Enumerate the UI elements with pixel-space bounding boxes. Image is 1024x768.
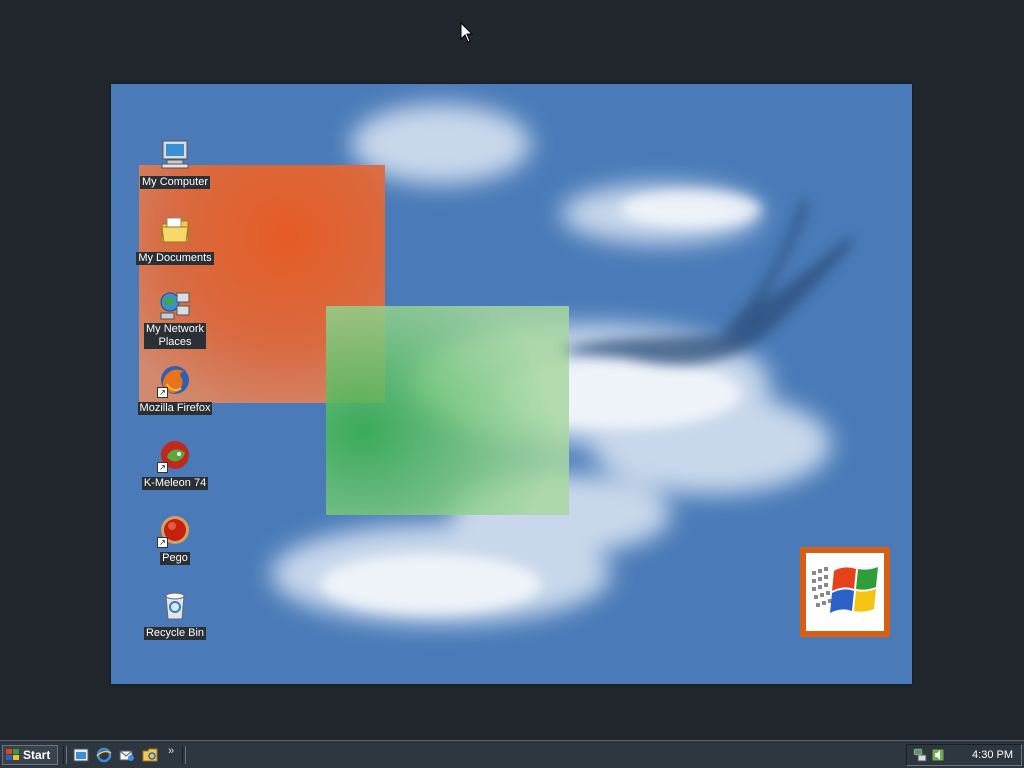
wallpaper-art: [139, 104, 853, 624]
firefox-icon: ↗: [157, 364, 191, 398]
windows-flag-icon: [812, 567, 878, 613]
system-tray: 4:30 PM: [906, 744, 1022, 766]
taskbar: Start » 4:30 PM: [0, 740, 1024, 768]
outlook-express-icon[interactable]: [119, 747, 135, 763]
desktop-icon-my-documents[interactable]: My Documents: [130, 214, 220, 266]
internet-explorer-icon[interactable]: [96, 747, 112, 763]
desktop-icon-mozilla-firefox[interactable]: ↗ Mozilla Firefox: [130, 364, 220, 416]
desktop-icon-k-meleon[interactable]: ↗ K-Meleon 74: [130, 439, 220, 491]
desktop-icon-label: My Computer: [139, 176, 211, 189]
clock[interactable]: 4:30 PM: [972, 749, 1013, 761]
desktop-icon-label: My Documents: [136, 252, 214, 265]
wallpaper: [111, 84, 912, 684]
desktop-icon-label: Mozilla Firefox: [137, 402, 213, 415]
quick-launch-more-button[interactable]: »: [168, 745, 174, 757]
desktop-icon-label: Recycle Bin: [143, 627, 207, 640]
network-places-icon: [159, 289, 191, 321]
desktop-icon-label: Pego: [160, 552, 190, 565]
mouse-cursor-icon: [460, 22, 474, 43]
folder-documents-icon: [159, 214, 191, 246]
taskbar-separator: [182, 746, 186, 764]
desktop-icon-label: My Network Places: [143, 323, 207, 349]
desktop-icon-pego[interactable]: ↗ Pego: [130, 514, 220, 566]
shortcut-arrow-icon: ↗: [157, 387, 168, 398]
desktop-icon-my-computer[interactable]: My Computer: [130, 138, 220, 190]
show-desktop-icon[interactable]: [73, 747, 89, 763]
recycle-bin-icon: [159, 589, 191, 621]
taskbar-separator: [63, 746, 67, 764]
volume-tray-icon[interactable]: [931, 748, 945, 762]
start-button[interactable]: Start: [2, 745, 58, 765]
shortcut-arrow-icon: ↗: [157, 537, 168, 548]
k-meleon-icon: ↗: [157, 439, 191, 473]
windows-logo: [800, 547, 890, 637]
network-tray-icon[interactable]: [913, 748, 927, 762]
desktop-icon-label: K-Meleon 74: [141, 477, 209, 490]
desktop-icon-recycle-bin[interactable]: Recycle Bin: [130, 589, 220, 641]
pego-icon: ↗: [157, 514, 191, 548]
shortcut-arrow-icon: ↗: [157, 462, 168, 473]
desktop-icon-my-network-places[interactable]: My Network Places: [130, 289, 220, 350]
windows-flag-icon: [6, 749, 19, 760]
computer-icon: [159, 138, 191, 170]
windows-explorer-icon[interactable]: [142, 747, 158, 763]
start-label: Start: [23, 748, 51, 762]
